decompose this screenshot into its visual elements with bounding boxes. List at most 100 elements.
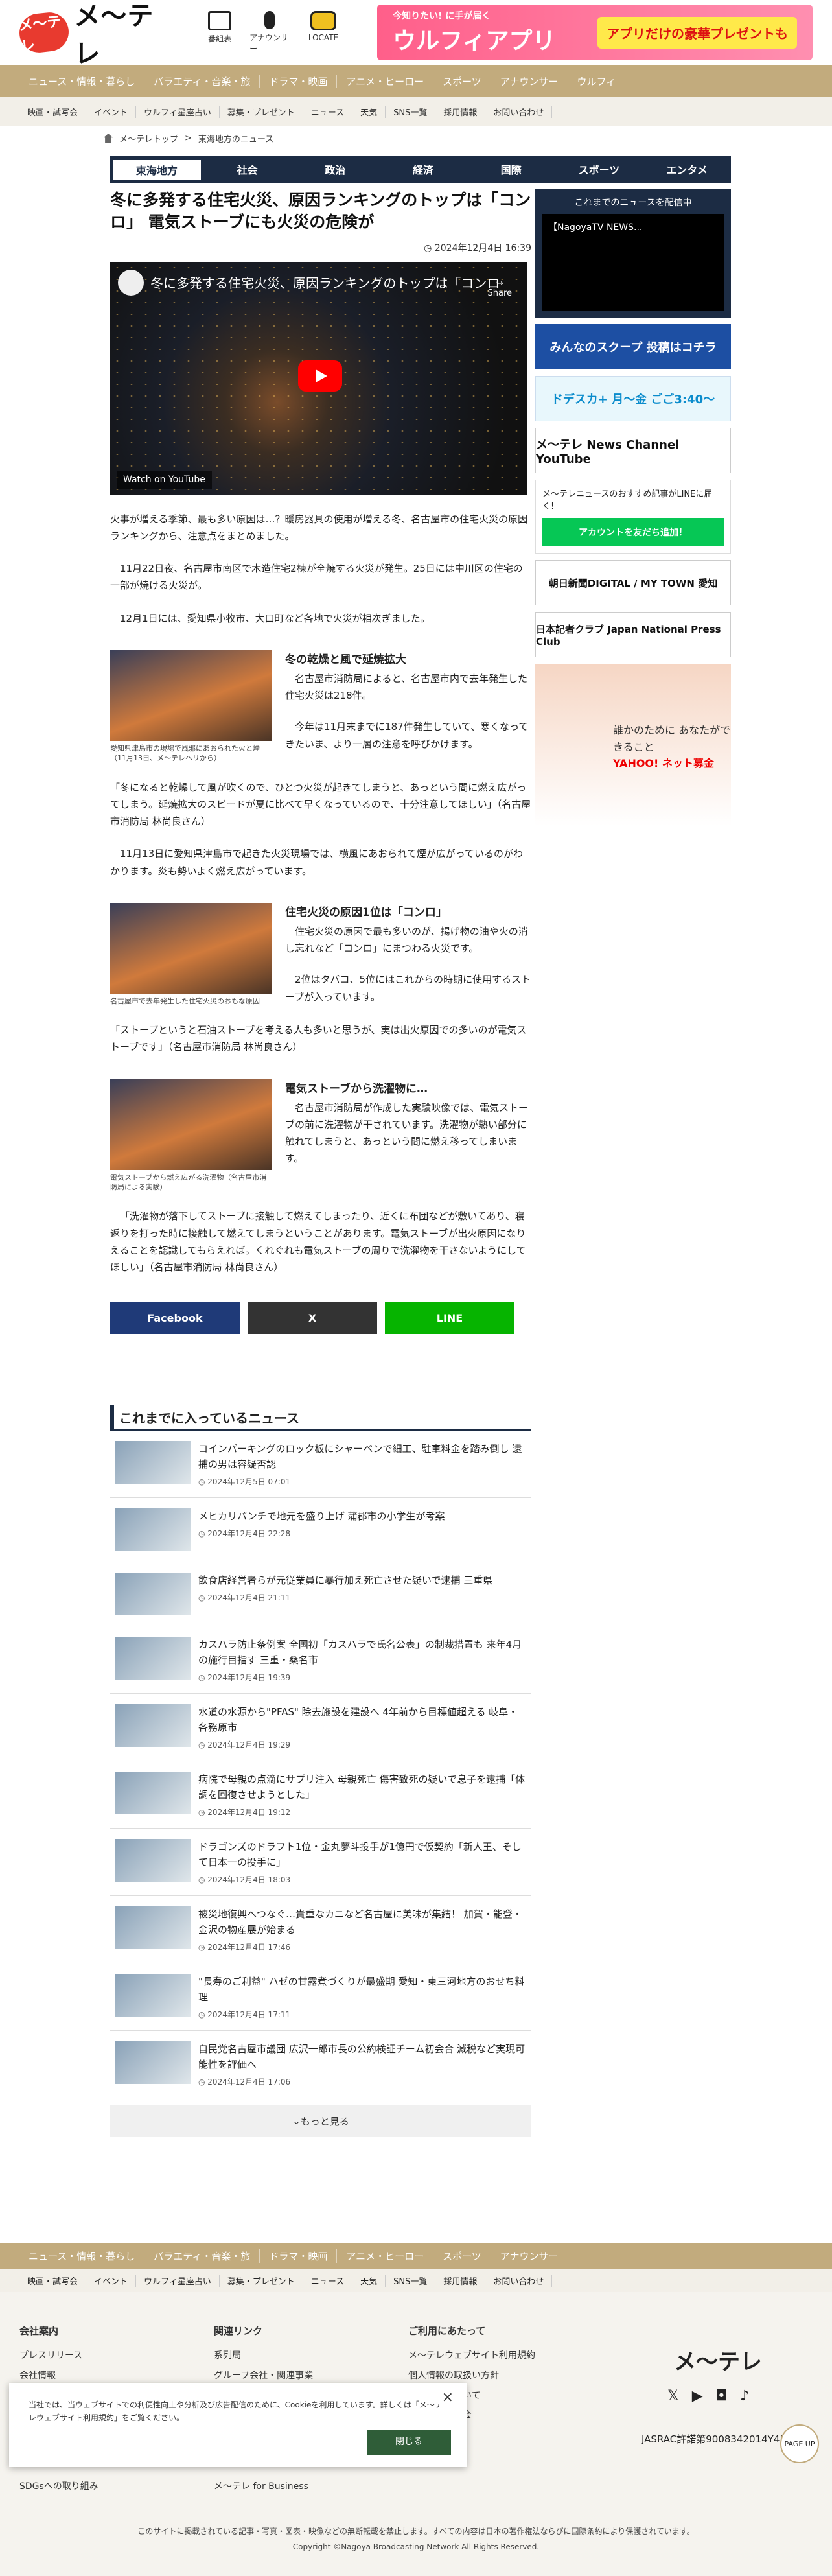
- breadcrumb-current: 東海地方のニュース: [198, 134, 274, 145]
- nav-item[interactable]: ニュース・情報・暮らし: [19, 74, 145, 88]
- youtube-icon[interactable]: ▶: [692, 2388, 703, 2404]
- subnav-item[interactable]: 募集・プレゼント: [220, 105, 303, 118]
- more-button[interactable]: ⌄ もっと見る: [110, 2105, 531, 2138]
- site-header: メ〜テレ メ〜テレ 番組表 アナウンサー LOCATE 今知りたい! に手が届く…: [0, 0, 832, 69]
- paragraph: 火事が増える季節、最も多い原因は…？暖房器具の使用が増える冬、名古屋市の住宅火災…: [110, 513, 528, 542]
- news-date: ◷ 2024年12月4日 21:11: [198, 1593, 291, 1603]
- copyright-notice: このサイトに掲載されている記事・写真・図表・映像などの無断転載を禁止します。すべ…: [137, 2527, 695, 2536]
- news-date: ◷ 2024年12月4日 19:12: [198, 1808, 291, 1818]
- video-player[interactable]: 冬に多発する住宅火災、原因ランキングのトップは「コンロ ↪ Share Watch…: [110, 261, 527, 495]
- announcer-link[interactable]: アナウンサー: [249, 11, 290, 54]
- tab-economy[interactable]: 経済: [379, 161, 467, 177]
- tab-sports[interactable]: スポーツ: [555, 161, 643, 177]
- press-club-banner[interactable]: 日本記者クラブ Japan National Press Club: [535, 612, 731, 657]
- line-icon[interactable]: ◘: [716, 2388, 727, 2404]
- nav-item[interactable]: アニメ・ヒーロー: [337, 74, 434, 88]
- news-thumbnail: [115, 1573, 191, 1616]
- sidebar-video[interactable]: これまでのニュースを配信中 【NagoyaTV NEWS...: [535, 189, 731, 318]
- image-caption: 名古屋市で去年発生した住宅火災のおもな原因: [110, 996, 260, 1005]
- nav-item[interactable]: スポーツ: [433, 74, 491, 88]
- news-item[interactable]: 水道の水源から"PFAS" 除去施設を建設へ 4年前から目標値超える 岐阜・各務…: [110, 1694, 531, 1762]
- news-item[interactable]: メヒカリバンチで地元を盛り上げ 蒲郡市の小学生が考案 ◷ 2024年12月4日 2…: [110, 1498, 531, 1563]
- news-date: ◷ 2024年12月4日 19:39: [198, 1673, 291, 1683]
- news-date: ◷ 2024年12月4日 19:29: [198, 1740, 291, 1750]
- news-item[interactable]: カスハラ防止条例案 全国初「カスハラで氏名公表」の制裁措置も 来年4月の施行目指…: [110, 1626, 531, 1694]
- asahi-banner[interactable]: 朝日新聞DIGITAL / MY TOWN 愛知: [535, 560, 731, 605]
- tv-icon: [208, 11, 232, 30]
- image-caption: 電気ストーブから燃え広がる洗濯物（名古屋市消防局による実験）: [110, 1173, 267, 1192]
- news-date: ◷ 2024年12月4日 17:06: [198, 2078, 291, 2087]
- news-thumbnail: [115, 1906, 191, 1950]
- dodesuka-banner[interactable]: ドデスカ+ 月〜金 ごご3:40〜: [535, 376, 731, 421]
- program-guide-link[interactable]: 番組表: [208, 11, 231, 54]
- watch-on-youtube[interactable]: Watch on YouTube: [117, 470, 212, 489]
- section-cause-ranking: 名古屋市で去年発生した住宅火災のおもな原因 住宅火災の原因1位は「コンロ」 住宅…: [110, 902, 531, 1006]
- cookie-text: 当社では、当ウェブサイトでの利便性向上や分析及び広告配信のために、Cookieを…: [29, 2400, 443, 2423]
- cookie-close-button[interactable]: 閉じる: [367, 2430, 451, 2455]
- site-logo[interactable]: メ〜テレ メ〜テレ: [17, 0, 176, 70]
- news-item[interactable]: 被災地復興へつなぐ…貴重なカニなど名古屋に美味が集結！ 加賀・能登・金沢の物産展…: [110, 1896, 531, 1964]
- quote: 「洗濯物が落下してストーブに接触して燃えてしまったり、近くに布団などが敷いてあり…: [110, 1210, 526, 1274]
- yahoo-donation-ad[interactable]: 誰かのために あなたができること YAHOO! ネット募金: [535, 664, 731, 826]
- news-item[interactable]: 病院で母親の点滴にサプリ注入 母親死亡 傷害致死の疑いで息子を逮捕「体調を回復さ…: [110, 1761, 531, 1829]
- tiktok-icon[interactable]: ♪: [740, 2388, 749, 2404]
- section-fire-spread: 愛知県津島市の現場で風邪にあおられた火と煙（11月13日、メ〜テレヘリから） 冬…: [110, 650, 531, 764]
- news-date: ◷ 2024年12月4日 17:11: [198, 2010, 291, 2020]
- news-thumbnail: [115, 1704, 191, 1748]
- tab-international[interactable]: 国際: [467, 161, 555, 177]
- subnav-item[interactable]: ウルフィ星座占い: [136, 105, 220, 118]
- video-share-button[interactable]: ↪ Share: [487, 279, 512, 298]
- news-thumbnail: [115, 1839, 191, 1882]
- footer-social: 𝕏 ▶ ◘ ♪: [667, 2388, 749, 2404]
- nav-item[interactable]: ドラマ・映画: [260, 74, 338, 88]
- subnav-item[interactable]: 採用情報: [435, 105, 486, 118]
- news-thumbnail: [115, 1508, 191, 1552]
- article-date: ◷ 2024年12月4日 16:39: [424, 242, 531, 253]
- article: 冬に多発する住宅火災、原因ランキングのトップは「コンロ」 電気ストーブにも火災の…: [110, 189, 531, 2138]
- line-add-button[interactable]: アカウントを友だち追加！: [542, 518, 724, 546]
- close-icon[interactable]: ×: [442, 2385, 454, 2409]
- nav-item[interactable]: バラエティ・音楽・旅: [144, 74, 260, 88]
- subnav-item[interactable]: ニュース: [303, 105, 353, 118]
- news-title: ドラゴンズのドラフト1位・金丸夢斗投手が1億円で仮契約「新人王、そして日本一の投…: [198, 1841, 522, 1869]
- subnav-item[interactable]: 映画・試写会: [19, 105, 87, 118]
- news-item[interactable]: 自民党名古屋市議団 広沢一郎市長の公約検証チーム初会合 減税など実現可能性を評価…: [110, 2031, 531, 2099]
- play-icon[interactable]: [298, 360, 342, 392]
- news-item[interactable]: 飲食店経営者らが元従業員に暴行加え死亡させた疑いで逮捕 三重県 ◷ 2024年12…: [110, 1562, 531, 1627]
- subnav-item[interactable]: 天気: [352, 105, 386, 118]
- paragraph: 11月13日に愛知県津島市で起きた火災現場では、横風にあおられて煙が広がっている…: [110, 848, 523, 877]
- news-item[interactable]: ドラゴンズのドラフト1位・金丸夢斗投手が1億円で仮契約「新人王、そして日本一の投…: [110, 1829, 531, 1897]
- nav-item[interactable]: ウルフィ: [568, 74, 626, 88]
- tab-society[interactable]: 社会: [203, 161, 292, 177]
- scoop-banner[interactable]: みんなのスクープ 投稿はコチラ: [535, 324, 731, 369]
- tab-politics[interactable]: 政治: [291, 161, 379, 177]
- subnav-item[interactable]: お問い合わせ: [485, 105, 553, 118]
- locate-link[interactable]: LOCATE: [308, 11, 338, 54]
- footer-logo[interactable]: メ〜テレ: [674, 2344, 762, 2376]
- breadcrumb-home[interactable]: メ〜テレトップ: [119, 132, 178, 145]
- youtube-channel-banner[interactable]: メ〜テレ News Channel YouTube: [535, 428, 731, 473]
- news-thumbnail: [115, 1441, 191, 1484]
- x-share-button[interactable]: X: [248, 1302, 377, 1335]
- news-title: 被災地復興へつなぐ…貴重なカニなど名古屋に美味が集結！ 加賀・能登・金沢の物産展…: [198, 1908, 522, 1936]
- tab-entertainment[interactable]: エンタメ: [643, 161, 731, 177]
- nav-item[interactable]: アナウンサー: [491, 74, 568, 88]
- news-date: ◷ 2024年12月4日 18:03: [198, 1875, 291, 1885]
- footer-subnav: 映画・試写会 イベント ウルフィ星座占い 募集・プレゼント ニュース 天気 SNS一覧 採用情…: [0, 2269, 832, 2292]
- subnav-item[interactable]: SNS一覧: [386, 105, 436, 118]
- section-heading: 住宅火災の原因1位は「コンロ」: [285, 906, 447, 919]
- news-item[interactable]: コインパーキングのロック板にシャーペンで細工、駐車料金を踏み倒し 逮捕の男は容疑…: [110, 1431, 531, 1499]
- subnav-item[interactable]: イベント: [86, 105, 137, 118]
- news-title: 水道の水源から"PFAS" 除去施設を建設へ 4年前から目標値超える 岐阜・各務…: [198, 1706, 518, 1734]
- tab-tokai[interactable]: 東海地方: [113, 158, 201, 180]
- facebook-share-button[interactable]: Facebook: [110, 1302, 240, 1335]
- page-top-button[interactable]: PAGE UP: [780, 2424, 819, 2463]
- app-banner[interactable]: 今知りたい! に手が届く ウルフィアプリ アプリだけの豪華プレゼントも: [377, 5, 813, 60]
- article-image: [110, 650, 272, 741]
- news-thumbnail: [115, 1974, 191, 2017]
- x-icon[interactable]: 𝕏: [667, 2388, 679, 2404]
- news-item[interactable]: "長寿のご利益" ハゼの甘露煮づくりが最盛期 愛知・東三河地方のおせち料理 ◷ 2…: [110, 1963, 531, 2032]
- line-share-button[interactable]: LINE: [385, 1302, 514, 1335]
- paragraph: 12月1日には、愛知県小牧市、大口町など各地で火災が相次ぎました。: [120, 612, 430, 624]
- news-thumbnail: [115, 1637, 191, 1680]
